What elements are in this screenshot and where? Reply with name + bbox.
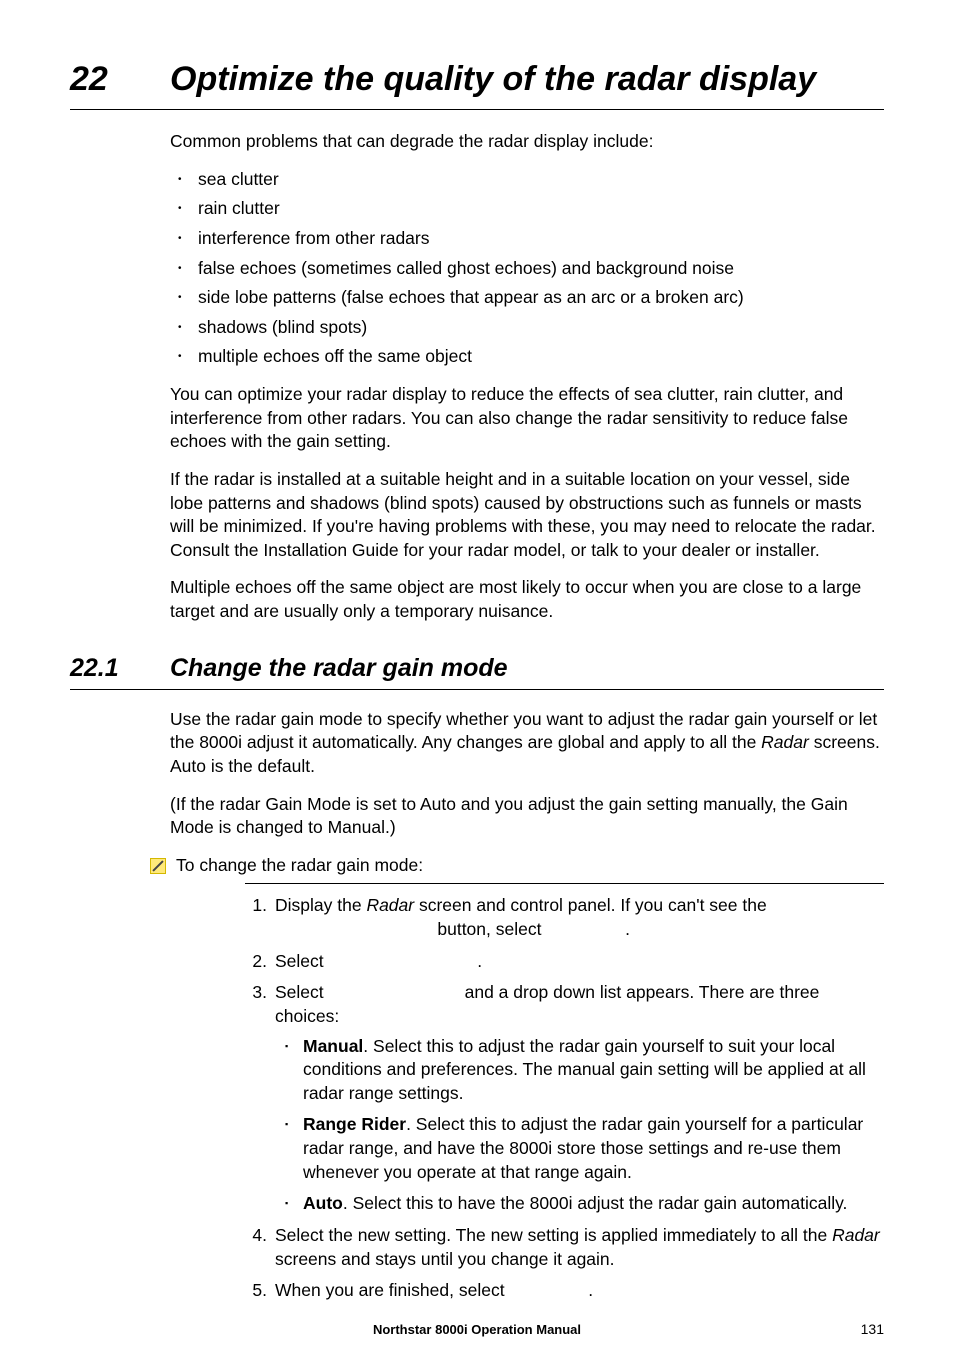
body-paragraph: If the radar is installed at a suitable … [170, 468, 884, 563]
list-item: shadows (blind spots) [170, 316, 884, 340]
step-item: 2. Select xxxxxxxxxxxxxxxxx. [245, 950, 884, 974]
section-body: Use the radar gain mode to specify wheth… [170, 708, 884, 1303]
list-item: side lobe patterns (false echoes that ap… [170, 286, 884, 310]
list-item: sea clutter [170, 168, 884, 192]
list-item: interference from other radars [170, 227, 884, 251]
problems-list: sea clutter rain clutter interference fr… [170, 168, 884, 369]
italic-term: Radar [832, 1225, 880, 1245]
procedure-intro: To change the radar gain mode: [150, 854, 884, 878]
section-number: 22.1 [70, 654, 170, 683]
body-paragraph: You can optimize your radar display to r… [170, 383, 884, 454]
italic-term: Radar [366, 895, 414, 915]
chapter-title: Optimize the quality of the radar displa… [170, 60, 816, 99]
choice-item: Manual. Select this to adjust the radar … [275, 1035, 884, 1106]
chapter-header: 22 Optimize the quality of the radar dis… [70, 60, 884, 110]
list-item: false echoes (sometimes called ghost ech… [170, 257, 884, 281]
page-number: 131 [861, 1321, 884, 1337]
step-item: 3. Select xxxxxxxxxxxxxxx and a drop dow… [245, 981, 884, 1216]
italic-term: Radar [761, 732, 809, 752]
section-title: Change the radar gain mode [170, 654, 508, 683]
body-paragraph: Multiple echoes off the same object are … [170, 576, 884, 623]
choices-list: Manual. Select this to adjust the radar … [275, 1035, 884, 1216]
step-item: 1. Display the Radar screen and control … [245, 894, 884, 941]
pencil-icon [150, 858, 166, 874]
body-paragraph: (If the radar Gain Mode is set to Auto a… [170, 793, 884, 840]
choice-name: Range Rider [303, 1114, 406, 1134]
steps-list: 1. Display the Radar screen and control … [245, 894, 884, 1302]
choice-name: Manual [303, 1036, 363, 1056]
step-item: 5. When you are finished, select xxxxxxx… [245, 1279, 884, 1303]
chapter-body: Common problems that can degrade the rad… [170, 130, 884, 624]
list-item: rain clutter [170, 197, 884, 221]
footer: Northstar 8000i Operation Manual [0, 1322, 954, 1337]
procedure-divider [245, 883, 884, 884]
list-item: multiple echoes off the same object [170, 345, 884, 369]
step-item: 4. Select the new setting. The new setti… [245, 1224, 884, 1271]
procedure-label: To change the radar gain mode: [176, 854, 423, 878]
chapter-number: 22 [70, 60, 170, 99]
choice-name: Auto [303, 1193, 343, 1213]
choice-item: Range Rider. Select this to adjust the r… [275, 1113, 884, 1184]
footer-title: Northstar 8000i Operation Manual [373, 1322, 581, 1337]
body-paragraph: Use the radar gain mode to specify wheth… [170, 708, 884, 779]
intro-paragraph: Common problems that can degrade the rad… [170, 130, 884, 154]
section-header: 22.1 Change the radar gain mode [70, 654, 884, 690]
choice-item: Auto. Select this to have the 8000i adju… [275, 1192, 884, 1216]
